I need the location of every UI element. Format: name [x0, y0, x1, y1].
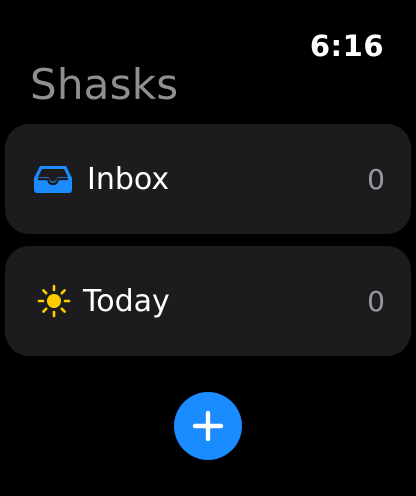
list-item-count: 0: [367, 284, 385, 318]
list-item-label: Inbox: [87, 161, 170, 197]
list-item-label: Today: [83, 283, 170, 319]
list-container: Inbox 0 Today 0: [5, 124, 411, 368]
list-item-inbox[interactable]: Inbox 0: [5, 124, 411, 234]
tray-icon: [33, 159, 73, 199]
plus-icon: [192, 410, 224, 442]
list-item-today[interactable]: Today 0: [5, 246, 411, 356]
status-time: 6:16: [309, 29, 384, 63]
list-item-count: 0: [367, 162, 385, 196]
add-task-button[interactable]: [174, 392, 242, 460]
sun-icon: [37, 281, 71, 321]
page-title: Shasks: [30, 60, 179, 109]
